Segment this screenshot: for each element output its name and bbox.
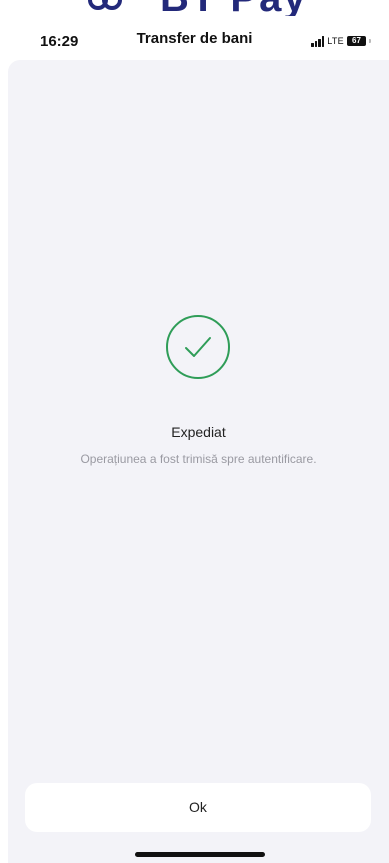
status-bar: 16:29 Transfer de bani LTE 67 <box>0 16 389 60</box>
signal-icon <box>311 35 325 47</box>
ok-button[interactable]: Ok <box>25 783 371 832</box>
result-message: Operațiunea a fost trimisă spre autentif… <box>80 452 317 466</box>
checkmark-circle-icon <box>166 315 230 379</box>
checkmark-icon <box>185 337 211 357</box>
brand-name: BT Pay <box>160 0 308 16</box>
home-indicator[interactable] <box>135 852 265 857</box>
result-panel: Expediat Operațiunea a fost trimisă spre… <box>8 60 389 863</box>
battery-icon: 67 <box>347 36 366 46</box>
network-type: LTE <box>327 36 344 46</box>
brand-banner: BT Pay <box>0 0 389 16</box>
battery-tip <box>369 39 371 43</box>
result-status: Expediat <box>171 424 226 440</box>
brand-logo-icon <box>88 0 122 10</box>
phone-screen: BT Pay 16:29 Transfer de bani LTE 67 Exp… <box>0 0 389 863</box>
status-indicators: LTE 67 <box>311 34 371 48</box>
